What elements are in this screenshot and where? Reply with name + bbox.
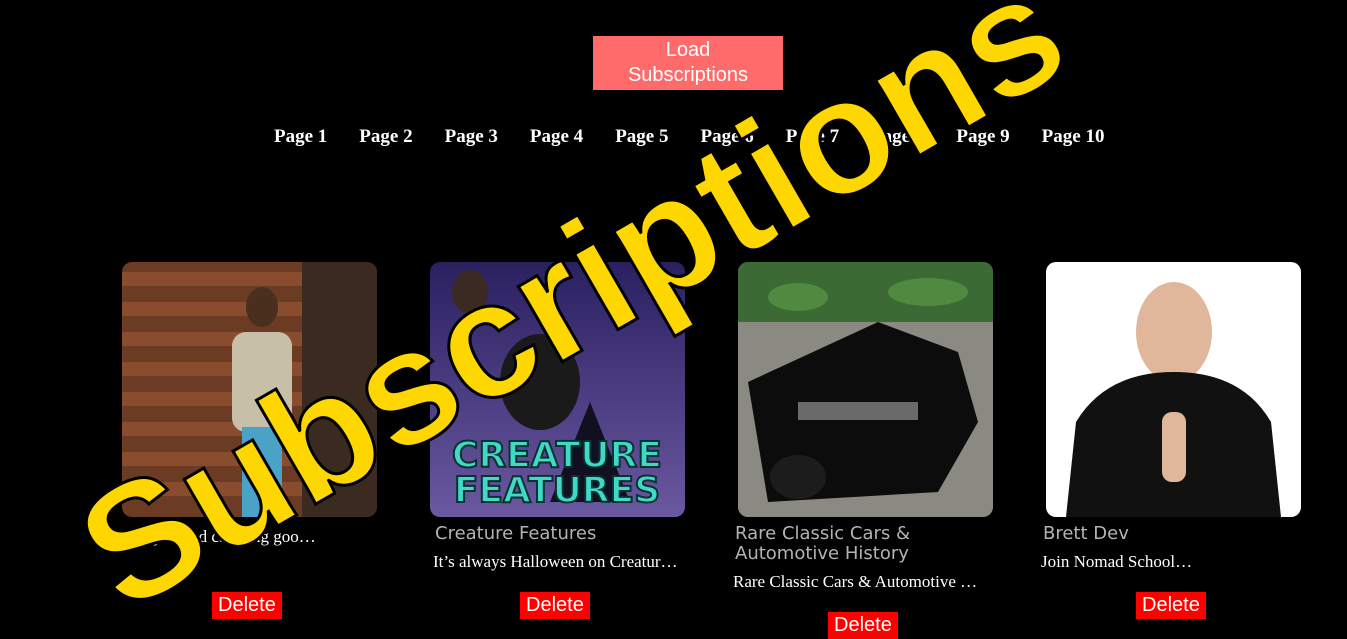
delete-button[interactable]: Delete (520, 592, 590, 619)
subscription-card: Brett Dev Join Nomad School… (1041, 262, 1301, 572)
card-thumbnail[interactable] (1046, 262, 1301, 517)
delete-button[interactable]: Delete (828, 612, 898, 639)
card-thumbnail[interactable]: CREATURE FEATURES (430, 262, 685, 517)
card-description: Rare Classic Cars & Automotive … (733, 572, 978, 591)
page-link-5[interactable]: Page 5 (599, 124, 684, 150)
thumb-title-line2: FEATURES (454, 470, 660, 511)
page-link-6[interactable]: Page 6 (684, 124, 769, 150)
page-link-2[interactable]: Page 2 (343, 124, 428, 150)
page-link-7[interactable]: Page 7 (770, 124, 855, 150)
subscription-card: …style, and catching goo… (122, 262, 377, 547)
card-description: It’s always Halloween on Creatur… (433, 552, 678, 571)
page-link-8[interactable]: Page 8 (855, 124, 940, 150)
card-thumbnail[interactable] (122, 262, 377, 517)
card-description: …style, and catching goo… (125, 527, 316, 546)
delete-button[interactable]: Delete (212, 592, 282, 619)
card-title: Brett Dev (1043, 523, 1129, 544)
page-link-9[interactable]: Page 9 (940, 124, 1025, 150)
delete-button[interactable]: Delete (1136, 592, 1206, 619)
page-link-4[interactable]: Page 4 (514, 124, 599, 150)
load-subscriptions-button[interactable]: Load Subscriptions (593, 36, 783, 90)
card-title: Rare Classic Cars & Automotive History (735, 523, 911, 564)
page-link-10[interactable]: Page 10 (1026, 124, 1121, 150)
subscription-card: CREATURE FEATURES Creature Features It’s… (430, 262, 685, 572)
page-link-1[interactable]: Page 1 (258, 124, 343, 150)
person-photo-thumbnail (122, 262, 377, 517)
card-title: Creature Features (435, 523, 597, 544)
load-subscriptions-label: Load Subscriptions (627, 39, 749, 86)
card-thumbnail[interactable] (738, 262, 993, 517)
page-link-3[interactable]: Page 3 (429, 124, 514, 150)
classic-car-thumbnail (738, 262, 993, 517)
brett-dev-portrait-thumbnail (1046, 262, 1301, 517)
creature-features-thumbnail: CREATURE FEATURES (430, 262, 685, 517)
subscription-card: Rare Classic Cars & Automotive History R… (733, 262, 993, 592)
card-description: Join Nomad School… (1041, 552, 1193, 571)
pagination: Page 1 Page 2 Page 3 Page 4 Page 5 Page … (258, 124, 1120, 150)
